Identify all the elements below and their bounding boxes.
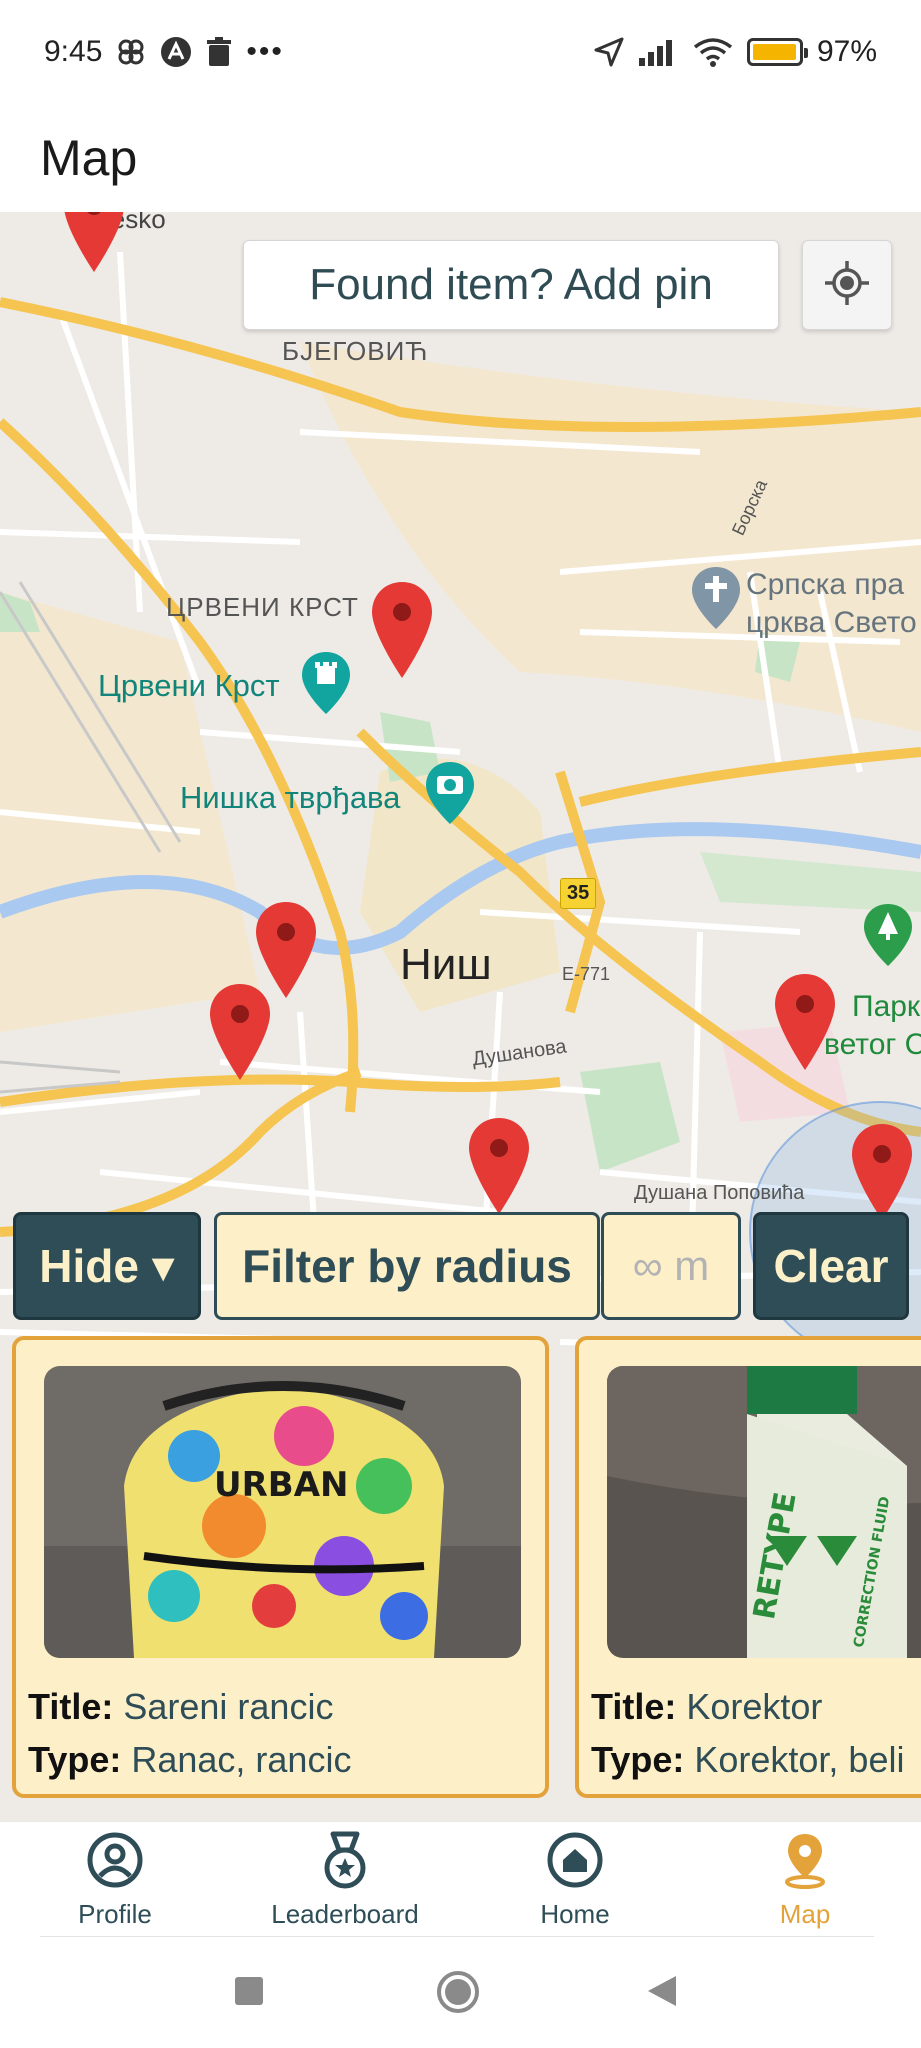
profile-icon xyxy=(85,1830,145,1895)
map-label-fortress: Нишка тврђава xyxy=(180,780,401,815)
map-label-park-2: ветог С xyxy=(824,1028,921,1061)
svg-text:URBAN: URBAN xyxy=(214,1465,348,1505)
camera-poi-icon xyxy=(426,762,474,829)
status-left: 9:45 ••• xyxy=(44,35,284,69)
battery-icon xyxy=(746,38,808,66)
map-pin-4[interactable] xyxy=(210,984,270,1080)
trash-icon xyxy=(206,37,232,67)
map-label-city: Ниш xyxy=(400,940,492,989)
app-notification-icon xyxy=(160,36,192,68)
title-value: Korektor xyxy=(686,1686,823,1727)
app-bar: Map xyxy=(0,104,921,212)
pinwheel-icon xyxy=(116,37,146,67)
map-label-crveni-krst-district: ЦРВЕНИ КРСТ xyxy=(166,592,359,622)
status-right: 97% xyxy=(593,35,877,69)
map-label-church-2: црква Свето xyxy=(746,606,917,639)
nav-label-home: Home xyxy=(540,1899,610,1929)
add-pin-button[interactable]: Found item? Add pin xyxy=(243,240,779,330)
nav-label-profile: Profile xyxy=(78,1899,152,1929)
type-key: Type: xyxy=(591,1739,685,1780)
my-location-button[interactable] xyxy=(802,240,892,330)
title-value: Sareni rancic xyxy=(123,1686,334,1727)
map-pin-5[interactable] xyxy=(775,974,835,1070)
card-type-row: Type: Korektor, beli xyxy=(591,1733,921,1786)
radius-input[interactable]: ∞ m xyxy=(601,1212,741,1320)
nav-item-map[interactable]: Map xyxy=(690,1830,920,1936)
nav-divider xyxy=(40,1936,874,1937)
item-cards-carousel[interactable]: URBAN Title: Sareni rancic Type: Ranac, … xyxy=(0,1336,921,1800)
map-label-e771: E-771 xyxy=(562,964,611,984)
battery-level xyxy=(752,44,796,60)
item-card[interactable]: URBAN Title: Sareni rancic Type: Ranac, … xyxy=(12,1336,549,1798)
title-key: Title: xyxy=(28,1686,114,1727)
recents-icon[interactable] xyxy=(234,1976,264,2011)
map-pin-2[interactable] xyxy=(372,582,432,678)
home-system-icon[interactable] xyxy=(436,1970,480,2019)
nav-item-profile[interactable]: Profile xyxy=(0,1830,230,1936)
status-time: 9:45 xyxy=(44,35,103,68)
hide-button[interactable]: Hide ▾ xyxy=(13,1212,201,1320)
park-poi-icon xyxy=(864,904,912,971)
card-title-row: Title: Korektor xyxy=(591,1680,921,1733)
type-value: Ranac, rancic xyxy=(131,1739,352,1780)
battery-percent: 97% xyxy=(816,35,877,68)
correction-fluid-photo: RETYPE CORRECTION FLUID xyxy=(607,1366,921,1658)
map-label-bjegovic: БЈЕГОВИЋ xyxy=(282,336,429,366)
nav-label-leaderboard: Leaderboard xyxy=(271,1899,419,1929)
type-key: Type: xyxy=(28,1739,122,1780)
status-bar: 9:45 ••• 97% xyxy=(0,0,921,104)
map-label-park-1: Парк xyxy=(852,990,921,1023)
nav-item-leaderboard[interactable]: Leaderboard xyxy=(230,1830,460,1936)
location-arrow-icon xyxy=(593,36,625,68)
card-title-row: Title: Sareni rancic xyxy=(28,1680,537,1733)
system-navigation-bar xyxy=(0,1940,921,2048)
title-key: Title: xyxy=(591,1686,677,1727)
card-info: Title: Sareni rancic Type: Ranac, rancic xyxy=(28,1680,537,1786)
map-pin-icon xyxy=(775,1830,835,1895)
filter-by-radius-button[interactable]: Filter by radius xyxy=(214,1212,600,1320)
type-value: Korektor, beli xyxy=(694,1739,905,1780)
filter-row: Hide ▾ Filter by radius ∞ m Clear xyxy=(13,1212,913,1320)
map-pin-1[interactable] xyxy=(64,212,124,272)
map-label-crveni-krst-poi: Црвени Крст xyxy=(98,668,280,703)
back-icon[interactable] xyxy=(646,1974,678,2013)
wifi-icon xyxy=(693,37,733,67)
backpack-photo: URBAN xyxy=(44,1366,521,1658)
map-label-dusana-popovica: Душана Поповића xyxy=(634,1182,805,1204)
nav-item-home[interactable]: Home xyxy=(460,1830,690,1936)
medal-icon xyxy=(315,1830,375,1895)
item-card[interactable]: RETYPE CORRECTION FLUID Title: Korektor … xyxy=(575,1336,921,1798)
castle-poi-icon xyxy=(302,652,350,719)
map-label-church-1: Српска пра xyxy=(746,568,905,601)
map-pin-6[interactable] xyxy=(469,1118,529,1214)
signal-icon xyxy=(638,38,679,66)
page-title: Map xyxy=(40,130,138,186)
nav-label-map: Map xyxy=(779,1899,831,1929)
road-shield-35: 35 xyxy=(560,878,597,909)
card-type-row: Type: Ranac, rancic xyxy=(28,1733,537,1786)
more-notifications-icon: ••• xyxy=(246,35,284,68)
card-info: Title: Korektor Type: Korektor, beli xyxy=(591,1680,921,1786)
church-poi-icon xyxy=(692,567,740,634)
home-icon xyxy=(545,1830,605,1895)
map-pin-7[interactable] xyxy=(852,1124,912,1220)
clear-button[interactable]: Clear xyxy=(753,1212,909,1320)
crosshair-icon xyxy=(823,259,871,312)
bottom-navigation: Profile Leaderboard Home Map xyxy=(0,1822,921,1938)
